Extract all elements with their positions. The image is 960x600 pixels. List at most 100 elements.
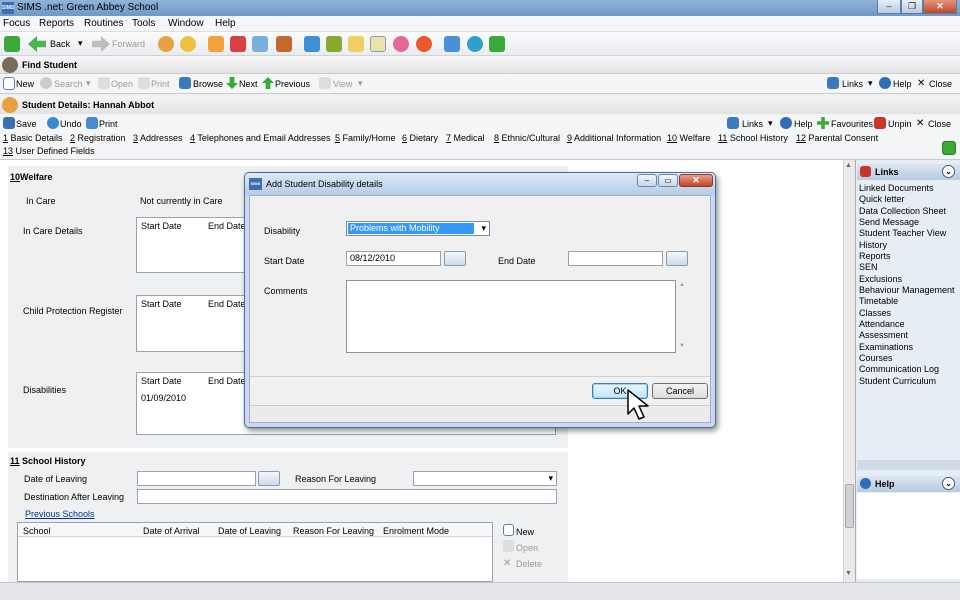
undo-icon[interactable] xyxy=(47,117,59,129)
link-communication-log[interactable]: Communication Log xyxy=(859,364,939,374)
next-button[interactable]: Next xyxy=(239,79,258,89)
sd-print-button[interactable]: Print xyxy=(99,119,118,129)
nav-parental-consent[interactable]: 12 Parental Consent xyxy=(796,133,878,143)
globe-icon[interactable] xyxy=(467,36,483,52)
clock-icon[interactable] xyxy=(416,36,432,52)
nav-ethnic-cultural[interactable]: 8 Ethnic/Cultural xyxy=(494,133,560,143)
link-exclusions[interactable]: Exclusions xyxy=(859,274,902,284)
comments-textarea[interactable] xyxy=(346,280,676,353)
staff-icon[interactable] xyxy=(180,36,196,52)
nav-registration[interactable]: 2 Registration xyxy=(70,133,126,143)
menu-window[interactable]: Window xyxy=(168,18,204,29)
link-courses[interactable]: Courses xyxy=(859,353,893,363)
link-timetable[interactable]: Timetable xyxy=(859,296,898,306)
menu-help[interactable]: Help xyxy=(215,18,236,29)
new-school-button[interactable]: New xyxy=(516,527,534,537)
save-button[interactable]: Save xyxy=(16,119,37,129)
back-dropdown-icon[interactable]: ▾ xyxy=(78,38,83,49)
students-icon[interactable] xyxy=(158,36,174,52)
collapse-chevron-icon[interactable]: ⌄ xyxy=(942,477,955,490)
new-icon[interactable] xyxy=(503,524,514,536)
sd-close-button[interactable]: Close xyxy=(928,119,951,129)
link-examinations[interactable]: Examinations xyxy=(859,342,913,352)
date-of-leaving-input[interactable] xyxy=(137,471,256,486)
dialog-minimize-button[interactable]: – xyxy=(637,174,657,187)
nav-dietary[interactable]: 6 Dietary xyxy=(402,133,438,143)
close-x-icon[interactable]: ✕ xyxy=(917,78,925,89)
scroll-down-icon[interactable]: ▼ xyxy=(679,343,685,349)
links-icon[interactable] xyxy=(827,77,839,89)
link-reports[interactable]: Reports xyxy=(859,251,891,261)
destination-input[interactable] xyxy=(137,489,557,504)
link-behaviour-management[interactable]: Behaviour Management xyxy=(859,285,955,295)
dialog-close-button[interactable]: ✕ xyxy=(679,174,713,187)
nav-welfare[interactable]: 10 Welfare xyxy=(667,133,710,143)
network-icon[interactable] xyxy=(489,36,505,52)
link-send-message[interactable]: Send Message xyxy=(859,217,919,227)
new-button[interactable]: New xyxy=(16,79,34,89)
back-arrow-icon[interactable] xyxy=(28,36,46,52)
link-sen[interactable]: SEN xyxy=(859,262,878,272)
nav-basic-details[interactable]: 1 Basic Details xyxy=(3,133,63,143)
scroll-thumb[interactable] xyxy=(845,484,854,528)
print-icon[interactable] xyxy=(86,117,98,129)
sd-links-button[interactable]: Links xyxy=(742,119,763,129)
cancel-button[interactable]: Cancel xyxy=(652,383,708,399)
refresh-icon[interactable] xyxy=(942,141,956,155)
menu-routines[interactable]: Routines xyxy=(84,18,123,29)
previous-schools-grid[interactable]: School Date of Arrival Date of Leaving R… xyxy=(17,522,493,582)
calendar-icon[interactable] xyxy=(444,251,466,266)
previous-button[interactable]: Previous xyxy=(275,79,310,89)
transfer-icon[interactable] xyxy=(444,36,460,52)
end-date-input[interactable] xyxy=(568,251,663,266)
scroll-up-icon[interactable]: ▲ xyxy=(679,282,685,288)
calendar-icon[interactable] xyxy=(666,251,688,266)
previous-arrow-icon[interactable] xyxy=(262,77,274,89)
link-classes[interactable]: Classes xyxy=(859,308,891,318)
find-links-button[interactable]: Links xyxy=(842,79,863,89)
menu-focus[interactable]: Focus xyxy=(3,18,30,29)
link-attendance[interactable]: Attendance xyxy=(859,319,905,329)
minimize-button[interactable]: – xyxy=(877,0,901,14)
links-dropdown-icon[interactable]: ▾ xyxy=(768,118,773,129)
links-panel-header[interactable]: Links ⌄ xyxy=(857,164,960,180)
book-icon[interactable] xyxy=(208,36,224,52)
unpin-icon[interactable] xyxy=(874,117,886,129)
link-quick-letter[interactable]: Quick letter xyxy=(859,194,905,204)
disability-select[interactable]: Problems with Mobility ▾ xyxy=(346,221,490,236)
restore-button[interactable]: ❐ xyxy=(901,0,923,14)
new-icon[interactable] xyxy=(3,77,15,90)
help-panel-header[interactable]: Help ⌄ xyxy=(857,476,960,492)
previous-schools-link[interactable]: Previous Schools xyxy=(25,509,95,519)
calendar-icon[interactable] xyxy=(258,471,280,486)
links-dropdown-icon[interactable]: ▾ xyxy=(868,78,873,89)
disability-row-start-date[interactable]: 01/09/2010 xyxy=(141,393,186,403)
favourites-button[interactable]: Favourites xyxy=(831,119,873,129)
link-history[interactable]: History xyxy=(859,240,887,250)
browse-icon[interactable] xyxy=(179,77,191,89)
dialog-restore-button[interactable]: ▭ xyxy=(658,174,678,187)
find-close-button[interactable]: Close xyxy=(929,79,952,89)
close-x-icon[interactable]: ✕ xyxy=(916,118,924,129)
next-arrow-icon[interactable] xyxy=(226,77,238,89)
nav-addresses[interactable]: 3 Addresses xyxy=(133,133,183,143)
link-student-curriculum[interactable]: Student Curriculum xyxy=(859,376,936,386)
comments-scrollbar[interactable]: ▲ ▼ xyxy=(678,280,688,353)
scroll-down-icon[interactable]: ▼ xyxy=(845,570,854,579)
help-icon[interactable] xyxy=(879,77,891,89)
document-icon[interactable] xyxy=(348,36,364,52)
nav-medical[interactable]: 7 Medical xyxy=(446,133,485,143)
notes-icon[interactable] xyxy=(326,36,342,52)
scroll-up-icon[interactable]: ▲ xyxy=(845,162,854,171)
help-icon[interactable] xyxy=(780,117,792,129)
folder-icon[interactable] xyxy=(252,36,268,52)
back-button[interactable]: Back xyxy=(50,39,70,49)
nav-additional-information[interactable]: 9 Additional Information xyxy=(567,133,661,143)
undo-button[interactable]: Undo xyxy=(60,119,82,129)
reason-for-leaving-select[interactable]: ▾ xyxy=(413,471,557,486)
link-data-collection-sheet[interactable]: Data Collection Sheet xyxy=(859,206,946,216)
links-icon[interactable] xyxy=(727,117,739,129)
menu-reports[interactable]: Reports xyxy=(39,18,74,29)
chart-icon[interactable] xyxy=(304,36,320,52)
nav-family-home[interactable]: 5 Family/Home xyxy=(335,133,396,143)
